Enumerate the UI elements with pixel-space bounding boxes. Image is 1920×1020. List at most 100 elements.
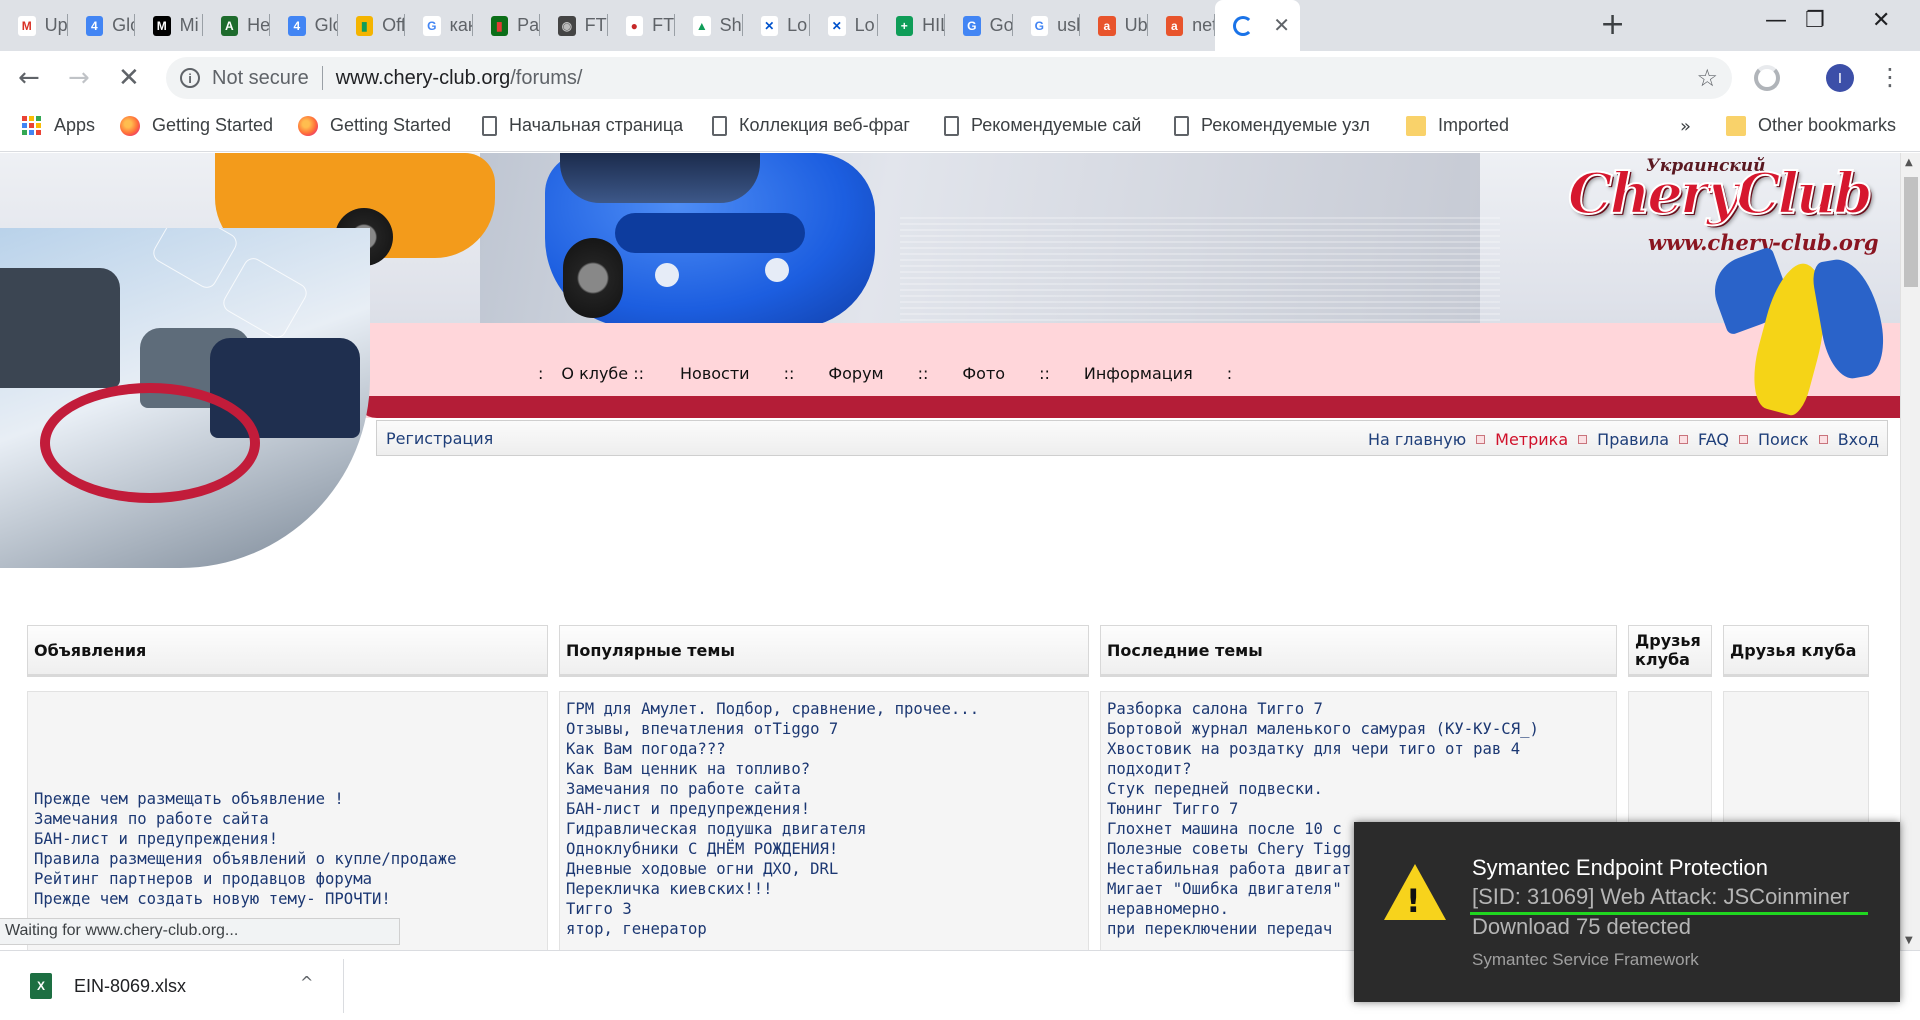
bookmark-item[interactable]: Getting Started — [120, 115, 273, 136]
recent-topic-link[interactable]: подходит? — [1107, 759, 1539, 779]
security-label[interactable]: Not secure — [212, 67, 309, 90]
home-link[interactable]: На главную — [1368, 430, 1466, 449]
recent-topic-link[interactable]: Разборка салона Тигго 7 — [1107, 699, 1539, 719]
browser-tab[interactable]: a Ub — [1080, 0, 1148, 51]
other-bookmarks-folder[interactable]: Other bookmarks — [1726, 115, 1896, 136]
site-main-nav: : О клубе :: Новости :: Форум :: Фото ::… — [520, 364, 1266, 383]
browser-tab[interactable]: M Mi — [135, 0, 203, 51]
tab-title: FTI — [652, 15, 675, 35]
scroll-thumb[interactable] — [1904, 177, 1918, 287]
chevron-up-icon[interactable]: ^ — [300, 973, 313, 992]
info-icon[interactable]: i — [180, 68, 200, 88]
browser-tab[interactable]: G Go — [945, 0, 1013, 51]
faq-link[interactable]: FAQ — [1698, 430, 1729, 449]
popular-topic-link[interactable]: Тигго 3 — [566, 899, 979, 919]
announcement-link[interactable]: Рейтинг партнеров и продавцов форума — [34, 869, 456, 889]
browser-tab[interactable]: 4 Glo — [270, 0, 338, 51]
recent-topic-link[interactable]: Бортовой журнал маленького самурая (КУ-К… — [1107, 719, 1539, 739]
popular-topic-link[interactable]: ятор, генератор — [566, 919, 979, 939]
popular-topic-link[interactable]: Отзывы, впечатления отTiggo 7 — [566, 719, 979, 739]
scroll-down-arrow-icon[interactable]: ▼ — [1905, 935, 1913, 946]
scroll-up-arrow-icon[interactable]: ▲ — [1905, 157, 1913, 168]
popular-topic-link[interactable]: Замечания по работе сайта — [566, 779, 979, 799]
window-close-button[interactable]: ✕ — [1872, 8, 1890, 33]
tab-title: как — [449, 15, 473, 35]
browser-tab[interactable]: ▮ Off — [338, 0, 405, 51]
extension-icon[interactable] — [1754, 65, 1780, 91]
browser-tab[interactable]: ▲ Sha — [675, 0, 743, 51]
announcement-link[interactable]: Правила размещения объявлений о купле/пр… — [34, 849, 456, 869]
bookmark-item[interactable]: Apps — [22, 115, 95, 136]
download-item[interactable]: X EIN-8069.xlsx ^ — [20, 959, 344, 1013]
url-host[interactable]: www.chery-club.org — [336, 67, 511, 90]
metrika-link[interactable]: Метрика — [1495, 430, 1568, 449]
stop-loading-button[interactable]: ✕ — [118, 63, 140, 93]
browser-tab[interactable]: M Up — [0, 0, 68, 51]
announcement-link[interactable]: Прежде чем создать новую тему- ПРОЧТИ! — [34, 889, 456, 909]
popular-topic-link[interactable]: Перекличка киевских!!! — [566, 879, 979, 899]
tab-title: Up — [44, 15, 68, 35]
browser-tab[interactable]: ● FTI — [608, 0, 675, 51]
bookmark-item[interactable]: Начальная страница — [482, 115, 683, 136]
page-icon — [944, 115, 959, 136]
bookmark-star-icon[interactable]: ☆ — [1696, 64, 1718, 92]
forward-button[interactable]: → — [68, 63, 90, 93]
nav-link-news[interactable]: Новости — [680, 364, 750, 383]
register-link[interactable]: Регистрация — [386, 429, 493, 448]
profile-avatar[interactable]: I — [1826, 64, 1854, 92]
popular-topic-link[interactable]: Как Вам ценник на топливо? — [566, 759, 979, 779]
browser-tab[interactable]: 4 Glo — [68, 0, 135, 51]
bookmark-item[interactable]: Коллекция веб-фраг — [712, 115, 910, 136]
browser-tab[interactable]: Gusb — [1013, 0, 1080, 51]
browser-tab[interactable]: ◉ FTS — [540, 0, 608, 51]
browser-tab-active[interactable]: ✕ — [1215, 0, 1300, 51]
bookmark-item[interactable]: Getting Started — [298, 115, 451, 136]
popular-topic-link[interactable]: Одноклубники С ДНЁМ РОЖДЕНИЯ! — [566, 839, 979, 859]
browser-tab[interactable]: Gкак — [405, 0, 473, 51]
browser-tab[interactable]: ▮ Pat — [473, 0, 540, 51]
popular-topic-link[interactable]: Дневные ходовые огни ДХО, DRL — [566, 859, 979, 879]
url-divider — [321, 66, 323, 90]
nav-link-forum[interactable]: Форум — [828, 364, 883, 383]
recent-topic-link[interactable]: Хвостовик на роздатку для чери тиго от р… — [1107, 739, 1539, 759]
chrome-menu-icon[interactable]: ⋮ — [1878, 63, 1902, 91]
recent-topic-link[interactable]: Стук передней подвески. — [1107, 779, 1539, 799]
minimize-button[interactable]: — — [1765, 8, 1787, 33]
new-tab-button[interactable]: + — [1600, 10, 1625, 40]
search-link[interactable]: Поиск — [1758, 430, 1809, 449]
symantec-notification[interactable]: ! Symantec Endpoint Protection [SID: 310… — [1354, 822, 1900, 1002]
nav-link-info[interactable]: Информация — [1084, 364, 1193, 383]
back-button[interactable]: ← — [18, 63, 40, 93]
recent-topic-link[interactable]: Тюнинг Тигго 7 — [1107, 799, 1539, 819]
bookmarks-overflow-button[interactable]: » — [1680, 116, 1691, 137]
browser-tab[interactable]: ✕ Lo — [810, 0, 878, 51]
tab-close-icon[interactable]: ✕ — [1273, 14, 1290, 36]
popular-topic-link[interactable]: Как Вам погода??? — [566, 739, 979, 759]
translate-icon: G — [963, 15, 981, 36]
download-filename[interactable]: EIN-8069.xlsx — [74, 976, 186, 997]
nav-link-about[interactable]: О клубе :: — [561, 364, 644, 383]
browser-tab[interactable]: + HIL — [878, 0, 945, 51]
login-link[interactable]: Вход — [1838, 430, 1879, 449]
announcement-link[interactable]: Прежде чем размещать объявление ! — [34, 789, 456, 809]
browser-tab[interactable]: A He — [203, 0, 270, 51]
forum-sub-nav: Регистрация На главную Метрика Правила F… — [376, 420, 1888, 456]
announcement-link[interactable]: БАН-лист и предупреждения! — [34, 829, 456, 849]
rules-link[interactable]: Правила — [1597, 430, 1669, 449]
bookmark-item[interactable]: Рекомендуемые узл — [1174, 115, 1370, 136]
page-scrollbar[interactable]: ▲ ▼ — [1900, 153, 1920, 950]
bookmark-item[interactable]: Рекомендуемые сай — [944, 115, 1141, 136]
browser-tab[interactable]: ✕ Lo — [743, 0, 810, 51]
bookmark-item[interactable]: Imported — [1406, 115, 1509, 136]
nav-link-photo[interactable]: Фото — [962, 364, 1005, 383]
announcement-link[interactable]: Замечания по работе сайта — [34, 809, 456, 829]
tab-title: Go — [989, 15, 1013, 35]
popular-topic-link[interactable]: Гидравлическая подушка двигателя — [566, 819, 979, 839]
restore-button[interactable]: ❐ — [1805, 8, 1825, 33]
tab-title: Mi — [179, 15, 199, 35]
popular-topic-link[interactable]: ГРМ для Амулет. Подбор, сравнение, проче… — [566, 699, 979, 719]
url-path[interactable]: /forums/ — [510, 67, 582, 90]
browser-tab[interactable]: a net — [1148, 0, 1215, 51]
popular-topic-link[interactable]: БАН-лист и предупреждения! — [566, 799, 979, 819]
address-bar[interactable]: i Not secure www.chery-club.org /forums/… — [166, 57, 1732, 99]
